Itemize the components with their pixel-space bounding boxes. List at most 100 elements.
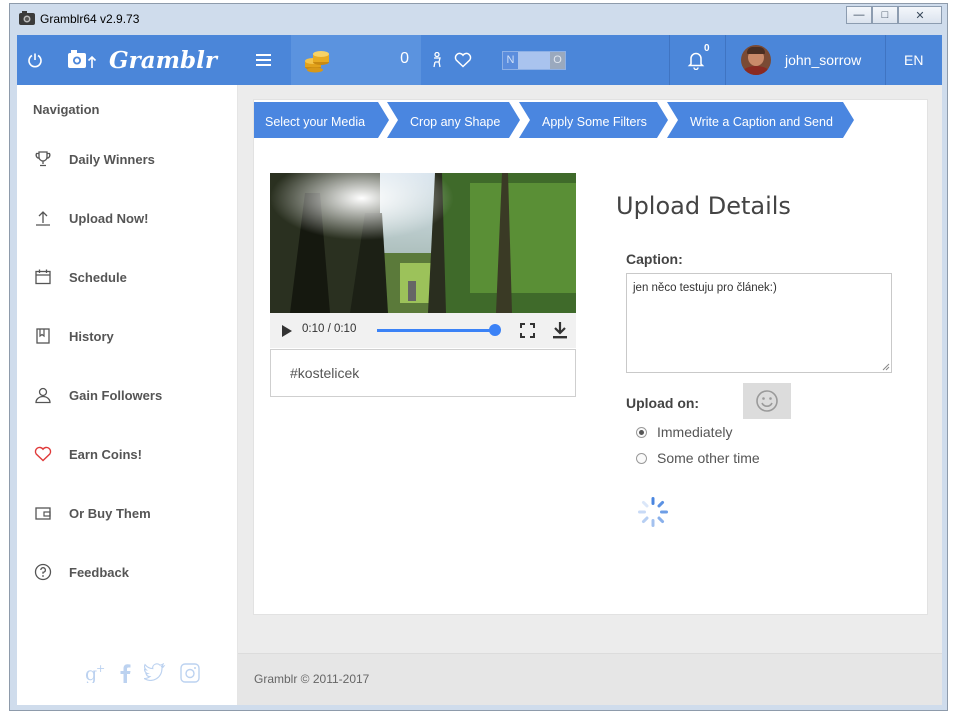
seek-bar[interactable] xyxy=(377,324,501,336)
app-camera-icon xyxy=(19,11,35,25)
upload-arrow-icon xyxy=(33,208,53,228)
sidebar-item-daily-winners[interactable]: Daily Winners xyxy=(33,147,223,171)
user-menu[interactable]: john_sorrow xyxy=(741,35,861,85)
copyright-text: Gramblr © 2011-2017 xyxy=(254,672,370,686)
maximize-button[interactable]: □ xyxy=(872,6,898,24)
sidebar-item-schedule[interactable]: Schedule xyxy=(33,265,223,289)
option-label: Immediately xyxy=(657,424,733,440)
twitter-icon[interactable] xyxy=(144,663,166,681)
caption-textarea[interactable]: jen něco testuju pro článek:) xyxy=(626,273,892,373)
tags-input[interactable]: #kostelicek xyxy=(270,349,576,397)
instagram-icon[interactable] xyxy=(180,663,200,683)
wallet-icon xyxy=(33,503,53,523)
option-label: Some other time xyxy=(657,450,760,466)
close-icon: ✕ xyxy=(915,9,925,22)
heart-outline-icon xyxy=(454,52,472,68)
sidebar-item-feedback[interactable]: Feedback xyxy=(33,560,223,584)
video-controls: 0:10 / 0:10 xyxy=(270,313,576,348)
power-button[interactable] xyxy=(27,35,43,85)
window-controls: — □ ✕ xyxy=(846,6,942,26)
play-icon[interactable] xyxy=(281,324,293,338)
header-divider xyxy=(885,35,886,85)
sidebar-item-label: History xyxy=(69,328,114,344)
sidebar-item-buy-coins[interactable]: Or Buy Them xyxy=(33,501,223,525)
sidebar-item-label: Earn Coins! xyxy=(69,446,142,462)
resize-handle-icon[interactable] xyxy=(882,363,890,371)
upload-details-title: Upload Details xyxy=(616,192,791,220)
sidebar-item-gain-followers[interactable]: Gain Followers xyxy=(33,383,223,407)
svg-text:+: + xyxy=(96,663,105,675)
app-client: Gramblr 0 N O 0 john_sorrow EN Navigatio… xyxy=(17,35,942,705)
sidebar-item-history[interactable]: History xyxy=(33,324,223,348)
sidebar-item-label: Feedback xyxy=(69,564,129,580)
title-bar: Gramblr64 v2.9.73 — □ ✕ xyxy=(10,4,947,35)
video-frame xyxy=(270,173,576,313)
coins-icon xyxy=(305,51,329,73)
step-label: Select your Media xyxy=(265,115,366,129)
seek-thumb[interactable] xyxy=(489,324,501,336)
book-icon xyxy=(33,326,53,346)
question-icon xyxy=(33,562,53,582)
minimize-button[interactable]: — xyxy=(846,6,872,24)
close-button[interactable]: ✕ xyxy=(898,6,942,24)
radio-other-time[interactable] xyxy=(636,452,647,464)
brand-name: Gramblr xyxy=(109,46,217,74)
step-label: Apply Some Filters xyxy=(542,115,647,129)
video-time: 0:10 / 0:10 xyxy=(302,323,357,335)
mode-toggle[interactable]: N O xyxy=(502,51,566,70)
upload-card: Select your Media Crop any Shape Apply S… xyxy=(253,99,928,615)
sidebar-item-label: Or Buy Them xyxy=(69,505,151,521)
smiley-icon xyxy=(756,390,778,412)
caption-text: jen něco testuju pro článek:) xyxy=(633,282,777,294)
download-icon[interactable] xyxy=(552,321,568,339)
logo: Gramblr xyxy=(67,35,217,85)
bell-icon xyxy=(687,52,705,70)
app-window: Gramblr64 v2.9.73 — □ ✕ Gramblr 0 N O 0 … xyxy=(9,3,948,711)
sidebar: Navigation Daily Winners Upload Now! Sch… xyxy=(17,85,238,705)
toggle-right-label: O xyxy=(550,52,565,69)
radio-immediately[interactable] xyxy=(636,426,647,438)
likes-button[interactable] xyxy=(454,35,472,85)
caption-label: Caption: xyxy=(626,251,683,267)
loading-spinner-icon xyxy=(638,497,668,527)
seek-fill xyxy=(377,329,495,332)
menu-button[interactable] xyxy=(255,35,273,85)
sidebar-item-label: Daily Winners xyxy=(69,151,155,167)
toggle-track xyxy=(518,52,550,69)
google-plus-icon[interactable]: g + xyxy=(85,663,107,683)
person-icon-button[interactable] xyxy=(431,35,443,85)
header-divider xyxy=(725,35,726,85)
calendar-icon xyxy=(33,267,53,287)
toggle-left-label: N xyxy=(503,52,518,69)
trophy-icon xyxy=(33,149,53,169)
sidebar-item-label: Gain Followers xyxy=(69,387,163,403)
coins-count: 0 xyxy=(400,50,409,67)
sidebar-item-label: Schedule xyxy=(69,269,127,285)
notifications-button[interactable]: 0 xyxy=(687,35,710,85)
language-selector[interactable]: EN xyxy=(904,35,923,85)
notifications-badge: 0 xyxy=(704,42,710,54)
coins-widget[interactable]: 0 xyxy=(291,35,421,85)
nav-title: Navigation xyxy=(33,102,100,117)
camera-upload-icon xyxy=(68,50,97,68)
hamburger-icon xyxy=(256,54,271,66)
emoji-button[interactable] xyxy=(743,383,791,419)
option-immediately[interactable]: Immediately xyxy=(636,424,732,440)
heart-icon xyxy=(33,444,53,464)
fullscreen-icon[interactable] xyxy=(520,323,535,338)
top-header: Gramblr 0 N O 0 john_sorrow EN xyxy=(17,35,942,85)
sidebar-item-label: Upload Now! xyxy=(69,210,149,226)
video-player[interactable]: 0:10 / 0:10 xyxy=(270,173,576,348)
facebook-icon[interactable] xyxy=(119,663,131,683)
user-icon xyxy=(33,385,53,405)
avatar xyxy=(741,45,771,75)
option-other-time[interactable]: Some other time xyxy=(636,450,760,466)
window-title: Gramblr64 v2.9.73 xyxy=(40,12,140,26)
sidebar-item-upload-now[interactable]: Upload Now! xyxy=(33,206,223,230)
step-label: Crop any Shape xyxy=(410,115,501,129)
power-icon xyxy=(28,53,42,68)
sidebar-item-earn-coins[interactable]: Earn Coins! xyxy=(33,442,223,466)
minimize-icon: — xyxy=(853,9,865,21)
person-standing-icon xyxy=(433,52,441,68)
footer: Gramblr © 2011-2017 xyxy=(238,653,942,705)
